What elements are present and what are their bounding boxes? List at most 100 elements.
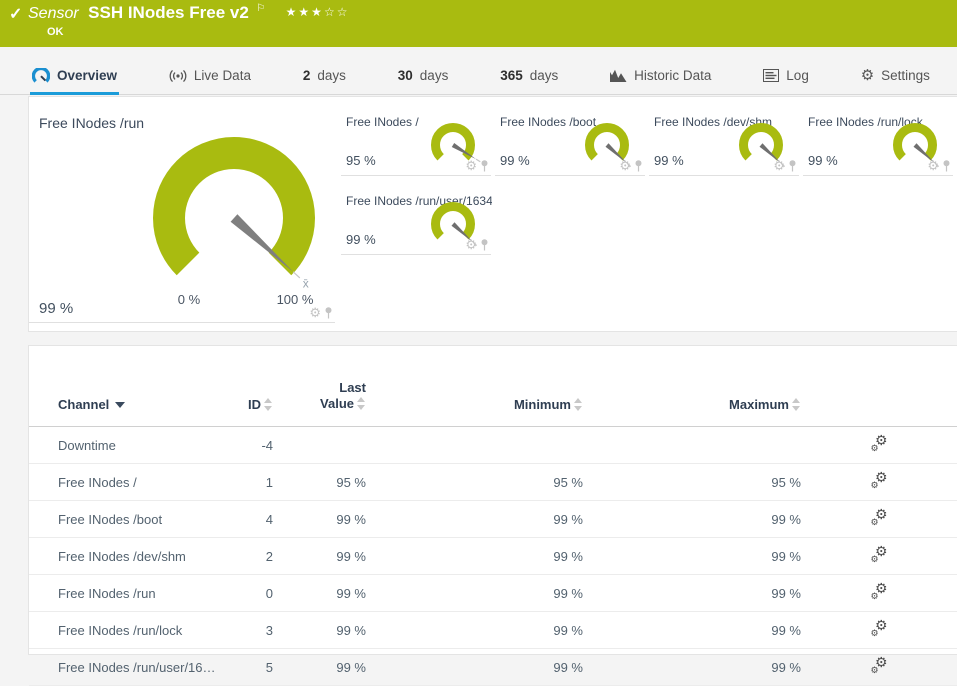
column-header-maximum[interactable]: Maximum	[583, 374, 801, 427]
cell-channel: Free INodes /dev/shm	[29, 537, 245, 575]
pin-icon[interactable]	[480, 159, 489, 172]
star-rating[interactable]: ★★★☆☆	[286, 5, 350, 19]
cell-channel: Free INodes /run/lock	[29, 611, 245, 649]
table-row: Free INodes /run/lock 3 99 % 99 % 99 % ⚙…	[29, 611, 957, 649]
cell-maximum: 95 %	[583, 463, 801, 501]
tab-overview[interactable]: Overview	[30, 59, 120, 95]
cell-id: 4	[245, 500, 273, 538]
gauge-dial: x̄	[153, 137, 315, 290]
cell-minimum: 99 %	[366, 500, 583, 538]
cell-id: 1	[245, 463, 273, 501]
cell-maximum: 99 %	[583, 611, 801, 649]
sensor-title: SSH INodes Free v2	[88, 3, 249, 22]
channel-settings-gears-icon[interactable]: ⚙ ⚙	[871, 433, 888, 453]
tab-settings[interactable]: ⚙ Settings	[859, 59, 932, 95]
cell-id: 5	[245, 648, 273, 686]
cell-channel: Free INodes /run/user/16…	[29, 648, 245, 686]
pin-icon[interactable]	[324, 306, 333, 319]
cell-channel: Free INodes /run	[29, 574, 245, 612]
channel-settings-gears-icon[interactable]: ⚙ ⚙	[871, 507, 888, 527]
sensor-kind-label: Sensor	[28, 5, 79, 22]
column-header-last-value[interactable]: Last Value	[273, 374, 366, 427]
historic-chart-icon	[610, 69, 627, 83]
pin-icon[interactable]	[788, 159, 797, 172]
gauge-value: 99 %	[654, 153, 684, 168]
channel-settings-gears-icon[interactable]: ⚙ ⚙	[871, 618, 888, 638]
cell-maximum	[583, 426, 801, 464]
sort-icon	[792, 398, 801, 411]
tab-historic-data[interactable]: Historic Data	[608, 59, 713, 95]
status-ok-label: OK	[47, 26, 64, 38]
sort-desc-icon	[115, 402, 126, 408]
cell-minimum: 95 %	[366, 463, 583, 501]
channel-gauge-card[interactable]: Free INodes /run/lock 99 % ⚙	[803, 97, 953, 176]
channel-settings-gears-icon[interactable]: ⚙ ⚙	[871, 544, 888, 564]
settings-gear-icon: ⚙	[860, 67, 875, 84]
gear-icon[interactable]: ⚙	[619, 159, 631, 172]
gear-icon[interactable]: ⚙	[927, 159, 939, 172]
table-row: Free INodes /dev/shm 2 99 % 99 % 99 % ⚙ ⚙	[29, 537, 957, 575]
cell-id: 0	[245, 574, 273, 612]
log-icon	[763, 69, 780, 82]
channel-gauge-card[interactable]: Free INodes / 95 % ⚙	[341, 97, 491, 176]
cell-id: 3	[245, 611, 273, 649]
cell-minimum: 99 %	[366, 537, 583, 575]
gauge-title: Free INodes /run	[39, 115, 145, 131]
table-row: Free INodes /boot 4 99 % 99 % 99 % ⚙ ⚙	[29, 500, 957, 538]
column-header-minimum[interactable]: Minimum	[366, 374, 583, 427]
flag-icon[interactable]: ⚐	[256, 3, 265, 14]
top-status-bar: ✓ Sensor SSH INodes Free v2 ⚐ ★★★☆☆ OK	[0, 0, 957, 47]
cell-maximum: 99 %	[583, 500, 801, 538]
cell-channel: Free INodes /	[29, 463, 245, 501]
cell-id: 2	[245, 537, 273, 575]
column-header-actions	[801, 374, 957, 427]
tab-live-data[interactable]: Live Data	[167, 59, 253, 95]
primary-gauge-card[interactable]: Free INodes /run x̄ 0 % 100 % 99 % ⚙	[29, 97, 335, 323]
channel-gauge-card[interactable]: Free INodes /run/user/16342… 99 % ⚙	[341, 176, 492, 255]
channel-settings-gears-icon[interactable]: ⚙ ⚙	[871, 655, 888, 675]
tab-log[interactable]: Log	[761, 59, 811, 95]
tab-2-days[interactable]: 2 days	[301, 59, 348, 95]
channel-settings-gears-icon[interactable]: ⚙ ⚙	[871, 470, 888, 490]
gauge-value: 99 %	[500, 153, 530, 168]
gauge-value: 95 %	[346, 153, 376, 168]
gear-icon[interactable]: ⚙	[309, 306, 321, 319]
cell-minimum: 99 %	[366, 611, 583, 649]
stars-filled-icon: ★★★	[285, 5, 324, 19]
channel-settings-gears-icon[interactable]: ⚙ ⚙	[871, 581, 888, 601]
table-row: Free INodes /run 0 99 % 99 % 99 % ⚙ ⚙	[29, 574, 957, 612]
column-header-id[interactable]: ID	[245, 374, 273, 427]
cell-id: -4	[245, 426, 273, 464]
tab-365-days[interactable]: 365 days	[498, 59, 560, 95]
gear-icon[interactable]: ⚙	[465, 159, 477, 172]
cell-last-value: 95 %	[273, 463, 366, 501]
sort-icon	[357, 397, 366, 410]
cell-minimum	[366, 426, 583, 464]
pin-icon[interactable]	[634, 159, 643, 172]
tab-30-days[interactable]: 30 days	[396, 59, 451, 95]
cell-channel: Free INodes /boot	[29, 500, 245, 538]
stars-empty-icon: ☆☆	[323, 5, 350, 19]
gauge-scale-min-label: 0 %	[177, 292, 201, 307]
pin-icon[interactable]	[480, 238, 489, 251]
channel-gauge-card[interactable]: Free INodes /boot 99 % ⚙	[495, 97, 645, 176]
cell-last-value: 99 %	[273, 574, 366, 612]
gauge-value: 99 %	[39, 300, 74, 317]
column-header-channel[interactable]: Channel	[29, 374, 245, 427]
cell-last-value	[273, 426, 366, 464]
pin-icon[interactable]	[942, 159, 951, 172]
channels-table-panel: Channel ID Last Value Minimum Maximum Do…	[28, 345, 957, 686]
cell-maximum: 99 %	[583, 537, 801, 575]
cell-channel: Downtime	[29, 426, 245, 464]
sort-icon	[264, 398, 273, 411]
gear-icon[interactable]: ⚙	[465, 238, 477, 251]
table-row: Free INodes / 1 95 % 95 % 95 % ⚙ ⚙	[29, 463, 957, 501]
cell-last-value: 99 %	[273, 611, 366, 649]
cell-last-value: 99 %	[273, 648, 366, 686]
cell-last-value: 99 %	[273, 500, 366, 538]
status-check-icon: ✓	[9, 6, 23, 23]
cell-minimum: 99 %	[366, 648, 583, 686]
table-row: Downtime -4 ⚙ ⚙	[29, 426, 957, 464]
gear-icon[interactable]: ⚙	[773, 159, 785, 172]
channel-gauge-card[interactable]: Free INodes /dev/shm 99 % ⚙	[649, 97, 799, 176]
